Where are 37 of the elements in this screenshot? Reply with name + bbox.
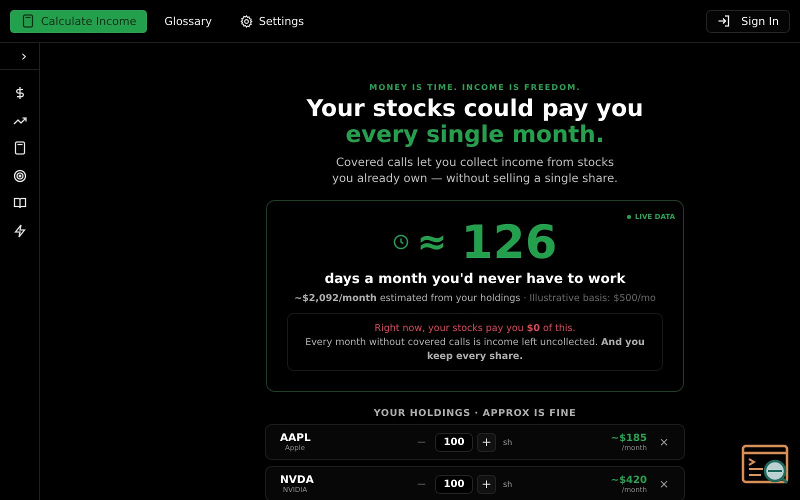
sign-in-icon [717,14,732,28]
lightning-icon[interactable] [12,224,26,238]
calculator-icon[interactable] [12,141,26,155]
shares-input[interactable]: 100 [435,474,473,494]
nav-tab[interactable]: Settings [228,10,316,32]
debug-inspector-icon[interactable] [741,444,791,486]
headline: Your stocks could pay you [306,96,644,122]
remove-button[interactable]: × [656,477,672,491]
subtitle: Covered calls let you collect income from stocks you already own — without selling a single share. [331,154,619,186]
increase-button[interactable]: + [477,432,496,452]
holdings-heading: YOUR HOLDINGS · APPROX IS FINE [374,408,576,419]
target-icon[interactable] [12,168,26,182]
approx-sign: ≈ [416,222,448,262]
clock-icon [392,234,409,250]
nav-tab[interactable]: Glossary [153,10,223,32]
increase-button[interactable]: + [477,474,496,494]
income-amount: ~$185 [610,432,647,444]
income-amount: ~$420 [610,474,647,486]
days-caption: days a month you'd never have to work [324,271,626,287]
monthly-estimate: ~$2,092/month estimated from your holdings [294,293,520,304]
remove-button[interactable]: × [656,435,672,449]
calculator-icon [21,14,35,28]
headline-accent: every single month. [346,122,604,148]
unit-label: sh [503,438,512,446]
basis-note: · Illustrative basis: $500/mo [523,293,656,304]
tagline: MONEY IS TIME. INCOME IS FREEDOM. [369,83,581,92]
sign-in-button[interactable]: Sign In [706,10,790,32]
book-icon[interactable] [12,196,26,210]
sidebar-toggle[interactable]: › [0,43,39,70]
settings-icon [240,14,253,28]
ticker: AAPL [280,432,310,444]
unit-label: sh [503,480,512,488]
shares-input[interactable]: 100 [435,432,473,452]
alert-text: Every month without covered calls is income left uncollected. And you keep every share. [304,336,646,364]
nav-tab[interactable]: Calculate Income [10,10,148,32]
days-count: 126 [461,215,558,269]
alert-headline: Right now, your stocks pay you $0 of this. [373,322,576,336]
